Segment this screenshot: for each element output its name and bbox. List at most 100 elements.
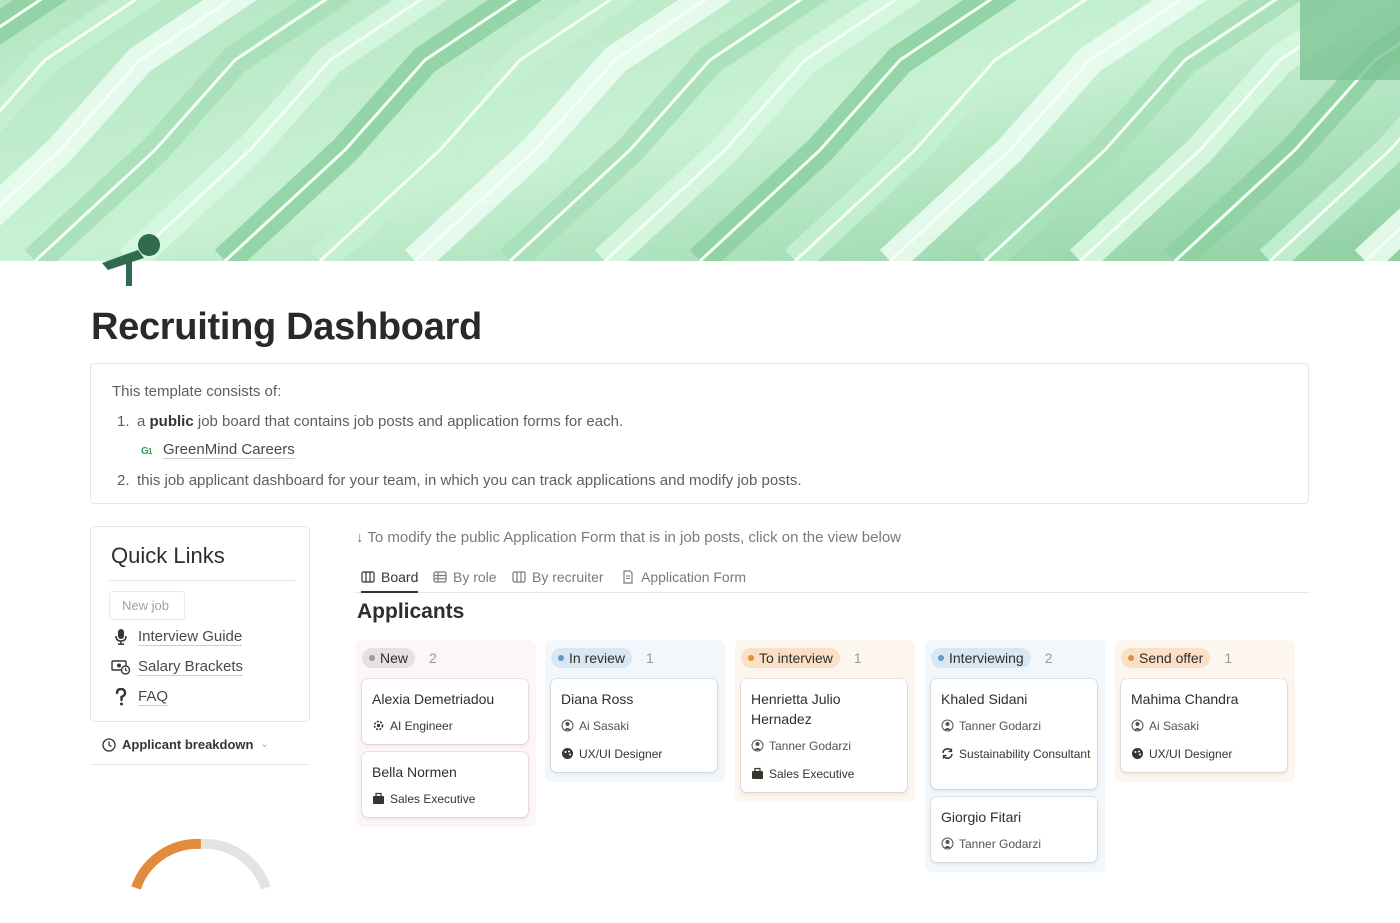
property-value: Sustainability Consultant bbox=[959, 747, 1091, 761]
new-job-button[interactable]: New job bbox=[109, 591, 185, 620]
tab-board[interactable]: Board bbox=[361, 562, 419, 593]
property-value: Tanner Godarzi bbox=[959, 837, 1042, 851]
avatar-icon bbox=[561, 719, 574, 732]
column-header[interactable]: Interviewing 2 bbox=[931, 648, 1053, 668]
briefcase-icon bbox=[372, 792, 385, 805]
svg-text:1: 1 bbox=[148, 447, 153, 456]
page-cover[interactable] bbox=[0, 0, 1400, 261]
status-label: Interviewing bbox=[949, 650, 1024, 666]
column-header[interactable]: In review 1 bbox=[551, 648, 654, 668]
applicant-card[interactable]: Diana Ross Ai Sasaki UX/UI Designer bbox=[551, 679, 717, 772]
quick-links-title: Quick Links bbox=[111, 543, 225, 568]
status-dot bbox=[748, 655, 754, 661]
money-icon bbox=[111, 658, 131, 676]
microphone-icon[interactable] bbox=[98, 228, 164, 288]
tab-application-form[interactable]: Application Form bbox=[621, 562, 746, 591]
status-dot bbox=[369, 655, 375, 661]
board-icon bbox=[361, 570, 375, 583]
tab-by-role[interactable]: By role bbox=[433, 562, 497, 591]
link-label[interactable]: GreenMind Careers bbox=[163, 441, 295, 459]
status-badge: In review bbox=[551, 648, 633, 668]
column-count: 1 bbox=[646, 650, 654, 666]
briefcase-icon bbox=[751, 767, 764, 780]
property-value: AI Engineer bbox=[390, 719, 453, 733]
applicant-card[interactable]: Giorgio Fitari Tanner Godarzi bbox=[931, 797, 1097, 862]
board-title: Applicants bbox=[357, 600, 465, 623]
faq-link[interactable]: FAQ bbox=[111, 688, 169, 706]
page-title: Recruiting Dashboard bbox=[91, 306, 482, 348]
card-property: Tanner Godarzi bbox=[941, 718, 1093, 734]
column-header[interactable]: Send offer 1 bbox=[1121, 648, 1232, 668]
card-property: Ai Sasaki bbox=[1131, 718, 1283, 734]
card-property: UX/UI Designer bbox=[561, 746, 713, 762]
question-icon bbox=[111, 688, 131, 706]
tab-by-recruiter[interactable]: By recruiter bbox=[512, 562, 604, 591]
view-hint: ↓ To modify the public Application Form … bbox=[356, 529, 901, 546]
palette-icon bbox=[1131, 747, 1144, 760]
status-dot bbox=[1128, 655, 1134, 661]
status-label: To interview bbox=[759, 650, 833, 666]
microphone-icon bbox=[111, 628, 131, 646]
board-column-in-review: In review 1 Diana Ross Ai Sasaki UX/UI Desig… bbox=[545, 640, 725, 782]
callout-intro: This template consists of: bbox=[112, 383, 282, 400]
avatar-icon bbox=[751, 739, 764, 752]
property-value: Sales Executive bbox=[390, 792, 476, 806]
applicant-name: Giorgio Fitari bbox=[941, 809, 1022, 825]
column-header[interactable]: New 2 bbox=[362, 648, 437, 668]
status-badge: To interview bbox=[741, 648, 840, 668]
recycle-icon bbox=[941, 747, 954, 760]
form-icon bbox=[623, 569, 633, 584]
property-value: UX/UI Designer bbox=[1149, 747, 1233, 761]
property-value: Sales Executive bbox=[769, 767, 855, 781]
table-icon bbox=[433, 570, 447, 583]
gear-icon bbox=[372, 719, 385, 732]
status-dot bbox=[558, 655, 564, 661]
clock-icon bbox=[102, 737, 116, 752]
board-column-to-interview: To interview 1 Henrietta Julio Hernadez Tan… bbox=[735, 640, 915, 802]
property-value: Ai Sasaki bbox=[1149, 719, 1200, 733]
interview-guide-link[interactable]: Interview Guide bbox=[111, 628, 243, 646]
quick-links-panel: Quick Links New job Interview Guide Sala… bbox=[90, 526, 310, 722]
applicant-card[interactable]: Khaled Sidani Tanner Godarzi Sustainabilit… bbox=[931, 679, 1097, 789]
card-property: Ai Sasaki bbox=[561, 718, 713, 734]
status-label: Send offer bbox=[1139, 650, 1204, 666]
property-value: Ai Sasaki bbox=[579, 719, 630, 733]
board-column-send-offer: Send offer 1 Mahima Chandra Ai Sasaki UX/UI … bbox=[1115, 640, 1295, 782]
card-property: AI Engineer bbox=[372, 718, 524, 734]
divider bbox=[90, 764, 310, 765]
applicant-name: Alexia Demetriadou bbox=[372, 691, 495, 707]
status-label: In review bbox=[569, 650, 626, 666]
breakdown-label: Applicant breakdown bbox=[122, 737, 254, 752]
board-icon bbox=[512, 570, 526, 583]
card-property: Tanner Godarzi bbox=[941, 836, 1093, 852]
applicant-card[interactable]: Bella Normen Sales Executive bbox=[362, 752, 528, 817]
status-label: New bbox=[380, 650, 409, 666]
property-value: Tanner Godarzi bbox=[959, 719, 1042, 733]
palette-icon bbox=[561, 747, 574, 760]
applicant-name: Bella Normen bbox=[372, 764, 457, 780]
applicant-breakdown-chart bbox=[128, 838, 278, 918]
property-value: Tanner Godarzi bbox=[769, 739, 852, 753]
column-count: 2 bbox=[1044, 650, 1053, 666]
applicant-name: Henrietta Julio Hernadez bbox=[751, 691, 841, 727]
card-property: Sales Executive bbox=[372, 791, 524, 807]
template-description-callout: This template consists of: 1. a public jo… bbox=[90, 363, 1309, 504]
salary-brackets-link[interactable]: Salary Brackets bbox=[111, 658, 244, 676]
applicant-card[interactable]: Henrietta Julio Hernadez Tanner Godarzi Sa… bbox=[741, 679, 907, 792]
divider bbox=[109, 580, 295, 581]
status-badge: New bbox=[362, 648, 416, 668]
applicant-name: Khaled Sidani bbox=[941, 691, 1028, 707]
applicant-name: Mahima Chandra bbox=[1131, 691, 1239, 707]
applicant-breakdown-toggle[interactable]: Applicant breakdown ⌄ bbox=[102, 737, 269, 752]
bold-public: public bbox=[149, 413, 194, 430]
applicant-card[interactable]: Alexia Demetriadou AI Engineer bbox=[362, 679, 528, 744]
avatar-icon bbox=[941, 837, 954, 850]
board-column-new: New 2 Alexia Demetriadou AI Engineer Bella N… bbox=[356, 640, 536, 827]
status-badge: Interviewing bbox=[931, 648, 1031, 668]
column-header[interactable]: To interview 1 bbox=[741, 648, 862, 668]
list-item-1: 1. a public job board that contains job p… bbox=[117, 413, 624, 430]
applicant-card[interactable]: Mahima Chandra Ai Sasaki UX/UI Designer bbox=[1121, 679, 1287, 772]
status-dot bbox=[938, 655, 944, 661]
greenmind-careers-link[interactable]: G 1 GreenMind Careers bbox=[141, 441, 295, 459]
view-tabs: Board By role By recruiter Application F… bbox=[354, 562, 1310, 593]
